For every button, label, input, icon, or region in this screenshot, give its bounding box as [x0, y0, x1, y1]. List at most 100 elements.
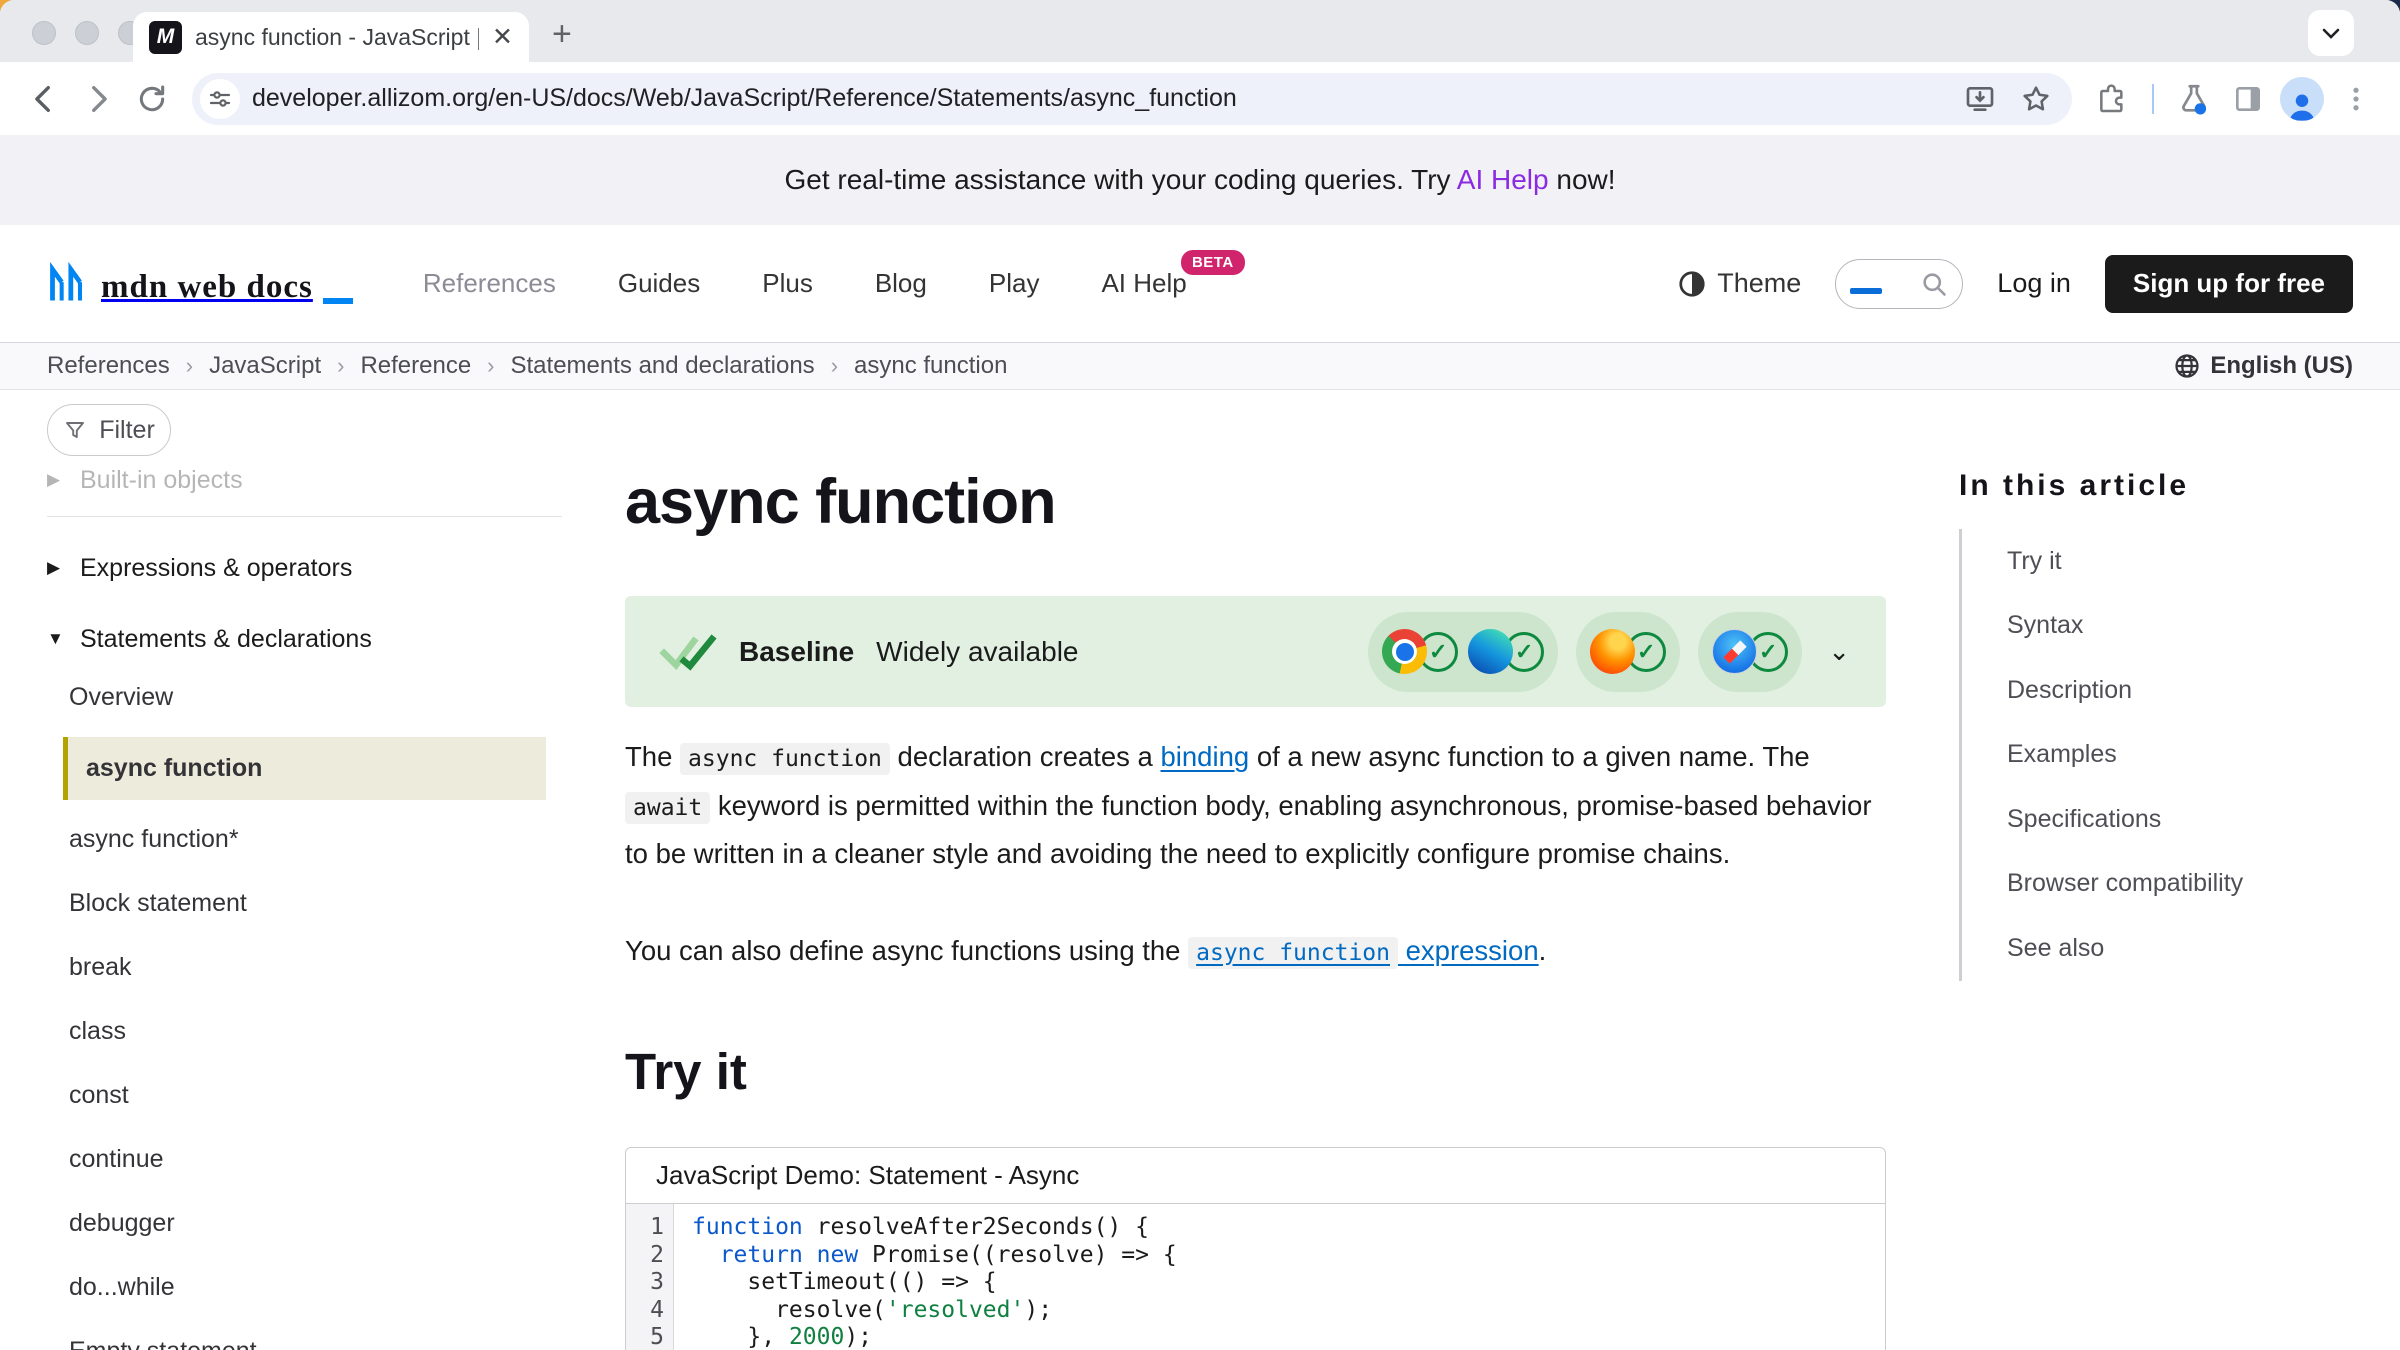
nav-item-plus[interactable]: Plus: [762, 268, 813, 299]
baseline-expand-chevron-icon[interactable]: ⌄: [1828, 636, 1850, 667]
sidebar-item-continue[interactable]: continue: [47, 1127, 562, 1191]
browser-support-pill: ✓: [1576, 612, 1680, 692]
site-info-button[interactable]: [200, 79, 240, 119]
window-controls: [32, 21, 142, 45]
beta-badge: BETA: [1181, 250, 1245, 275]
mdn-logo[interactable]: mdn web docs: [47, 262, 353, 306]
browser-menu-button[interactable]: [2334, 77, 2378, 121]
baseline-label: Baseline: [739, 636, 854, 668]
banner-text: Get real-time assistance with your codin…: [784, 164, 1615, 196]
sidebar-item-debugger[interactable]: debugger: [47, 1191, 562, 1255]
sidebar-item-async-function[interactable]: async function*: [47, 807, 562, 871]
chevron-right-icon: ▶: [47, 558, 67, 578]
toc-link-examples[interactable]: Examples: [2007, 740, 2117, 769]
nav-item-references[interactable]: References: [423, 268, 556, 299]
baseline-icon: [659, 631, 717, 673]
ai-help-banner: Get real-time assistance with your codin…: [0, 135, 2400, 225]
toc-link-see-also[interactable]: See also: [2007, 934, 2104, 963]
baseline-browsers: ✓✓✓✓: [1368, 612, 1802, 692]
toc-link-description[interactable]: Description: [2007, 676, 2132, 705]
bookmark-button[interactable]: [2014, 77, 2058, 121]
toc-heading: In this article: [1959, 469, 2389, 503]
toc-item-syntax: Syntax: [1962, 594, 2389, 659]
reload-button[interactable]: [130, 77, 174, 121]
browser-window: M async function - JavaScript | ✕ + deve…: [0, 0, 2400, 1350]
close-tab-icon[interactable]: ✕: [492, 22, 513, 52]
sidebar: Filter ▶ Built-in objects ▶Expressions &…: [47, 404, 562, 1350]
address-bar[interactable]: developer.allizom.org/en-US/docs/Web/Jav…: [192, 73, 2072, 125]
sidebar-item-break[interactable]: break: [47, 935, 562, 999]
sidebar-section-expressions-operators[interactable]: ▶Expressions & operators: [47, 548, 562, 588]
nav-item-play[interactable]: Play: [989, 268, 1040, 299]
sidebar-item-built-in-objects[interactable]: ▶ Built-in objects: [47, 460, 562, 500]
login-link[interactable]: Log in: [1997, 268, 2071, 299]
sidebar-section-statements-declarations[interactable]: ▼Statements & declarations: [47, 619, 562, 659]
sidebar-item-async-function[interactable]: async function: [47, 729, 562, 807]
chevron-down-icon: [2319, 21, 2343, 45]
link-binding[interactable]: binding: [1160, 741, 1249, 772]
theme-icon: [1677, 269, 1707, 299]
link-async-function[interactable]: async function: [1188, 935, 1398, 966]
code-line: resolve('resolved');: [692, 1297, 1177, 1325]
ai-help-banner-link[interactable]: AI Help: [1457, 164, 1549, 195]
close-window-button[interactable]: [32, 21, 56, 45]
intro-paragraph: The async function declaration creates a…: [625, 734, 1886, 878]
back-button[interactable]: [22, 77, 66, 121]
profile-button[interactable]: [2280, 77, 2324, 121]
inline-code: await: [625, 792, 710, 824]
toc-link-try-it[interactable]: Try it: [2007, 547, 2062, 576]
expression-paragraph: You can also define async functions usin…: [625, 928, 1886, 977]
sidebar-item-block-statement[interactable]: Block statement: [47, 871, 562, 935]
nav-item-guides[interactable]: Guides: [618, 268, 700, 299]
safari-support: ✓: [1712, 629, 1788, 674]
experiments-button[interactable]: [2172, 77, 2216, 121]
tab-search-button[interactable]: [2308, 10, 2354, 56]
mdn-m-icon: [47, 262, 91, 306]
minimize-window-button[interactable]: [75, 21, 99, 45]
chevron-right-icon: ▶: [47, 470, 67, 490]
forward-button[interactable]: [76, 77, 120, 121]
inline-code: async function: [680, 743, 890, 775]
sidebar-item-const[interactable]: const: [47, 1063, 562, 1127]
install-page-button[interactable]: [1958, 77, 2002, 121]
back-icon: [27, 82, 61, 116]
bookmark-star-icon: [2020, 83, 2052, 115]
breadcrumb-statements-and-declarations[interactable]: Statements and declarations: [511, 352, 815, 380]
theme-button[interactable]: Theme: [1677, 268, 1801, 299]
toc-link-browser-compatibility[interactable]: Browser compatibility: [2007, 869, 2243, 898]
breadcrumb-javascript[interactable]: JavaScript: [209, 352, 321, 380]
sidebar-item-overview[interactable]: Overview: [47, 665, 562, 729]
table-of-contents: In this article Try it Syntax Description E…: [1959, 390, 2389, 981]
tab-title: async function - JavaScript |: [195, 24, 479, 51]
breadcrumb-separator: ›: [831, 353, 838, 379]
new-tab-button[interactable]: +: [552, 15, 572, 54]
baseline-banner[interactable]: Baseline Widely available ✓✓✓✓ ⌄: [625, 596, 1886, 707]
language-switcher[interactable]: English (US): [2173, 352, 2353, 380]
article: async function Baseline Widely available…: [625, 390, 1886, 1350]
breadcrumb-bar: References›JavaScript›Reference›Statemen…: [0, 342, 2400, 390]
toc-link-specifications[interactable]: Specifications: [2007, 805, 2161, 834]
main-nav: References Guides Plus Blog Play AI HelpBETA: [423, 268, 1187, 299]
link-expression[interactable]: expression: [1398, 935, 1539, 966]
nav-item-blog[interactable]: Blog: [875, 268, 927, 299]
search-input[interactable]: [1835, 259, 1963, 309]
toc-item-specifications: Specifications: [1962, 787, 2389, 852]
breadcrumb-async-function[interactable]: async function: [854, 352, 1007, 380]
sidebar-filter-button[interactable]: Filter: [47, 404, 171, 456]
firefox-support: ✓: [1590, 629, 1666, 674]
extensions-button[interactable]: [2090, 77, 2134, 121]
breadcrumb-references[interactable]: References: [47, 352, 170, 380]
side-panel-button[interactable]: [2226, 77, 2270, 121]
sidebar-item-empty-statement[interactable]: Empty statement: [47, 1319, 562, 1350]
toc-link-syntax[interactable]: Syntax: [2007, 611, 2083, 640]
signup-button[interactable]: Sign up for free: [2105, 255, 2353, 313]
code-editor[interactable]: 123456 function resolveAfter2Seconds() {…: [626, 1204, 1885, 1350]
chrome-support: ✓: [1382, 629, 1458, 674]
code-line: }, 2000);: [692, 1324, 1177, 1350]
browser-tab[interactable]: M async function - JavaScript | ✕: [133, 12, 529, 62]
flask-icon: [2177, 82, 2211, 116]
sidebar-item-class[interactable]: class: [47, 999, 562, 1063]
breadcrumb-reference[interactable]: Reference: [360, 352, 471, 380]
sidebar-item-do-while[interactable]: do...while: [47, 1255, 562, 1319]
nav-item-ai-help[interactable]: AI HelpBETA: [1101, 268, 1186, 299]
